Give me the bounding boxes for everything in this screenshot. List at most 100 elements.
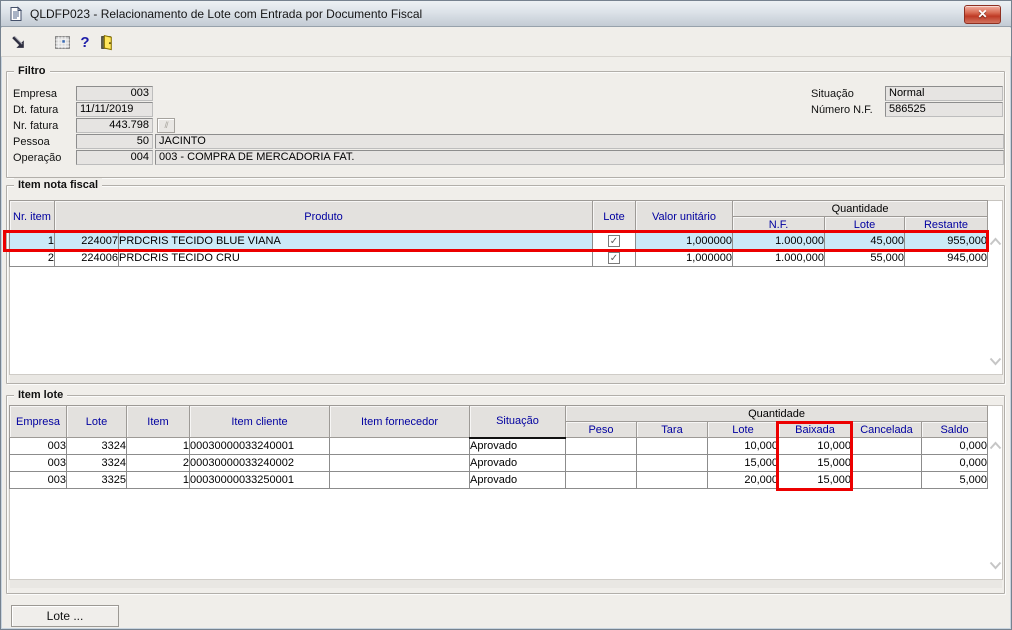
cell-qtd-nf[interactable]: 1.000,000 [732,232,825,250]
cell-situacao[interactable]: Aprovado [469,471,566,489]
nota-fiscal-row[interactable]: 2 224006 PRDCRIS TECIDO CRU ✓ 1,000000 1… [9,249,989,267]
col-header-tara[interactable]: Tara [636,421,708,438]
col-header-lote[interactable]: Lote [66,405,127,438]
col-header-empresa[interactable]: Empresa [9,405,67,438]
cell-lote-checkbox[interactable]: ✓ [592,249,636,267]
scroll-up-icon[interactable] [989,441,1003,451]
scroll-up-icon[interactable] [989,237,1003,247]
col-header-quantidade[interactable]: Quantidade [731,200,989,217]
cell-baixada[interactable]: 15,000 [778,454,852,472]
cell-item[interactable]: 1 [126,437,190,455]
nr-fatura-lookup-button[interactable]: // [157,118,175,133]
cell-qtd-restante[interactable]: 955,000 [903,232,989,250]
cell-item-fornecedor[interactable] [329,454,470,472]
cell-produto-descricao[interactable]: PRDCRIS TECIDO CRU [118,249,593,267]
cell-peso[interactable] [565,471,637,489]
item-nota-fiscal-hscrollbar[interactable] [10,374,1002,383]
cell-baixada[interactable]: 15,000 [778,471,852,489]
cell-item-cliente[interactable]: 00030000033250001 [189,471,330,489]
col-header-restante[interactable]: Restante [903,216,989,233]
cell-qtd-lote[interactable]: 20,000 [707,471,779,489]
checkbox-checked-icon[interactable]: ✓ [608,252,620,265]
close-button[interactable]: ✕ [964,5,1001,24]
cell-item[interactable]: 2 [126,454,190,472]
grid-icon[interactable] [54,34,72,52]
col-header-item-fornecedor[interactable]: Item fornecedor [329,405,470,438]
cell-nr-item[interactable]: 1 [9,232,55,250]
cell-qtd-lote[interactable]: 15,000 [707,454,779,472]
cell-lote-checkbox[interactable]: ✓ [592,232,636,250]
cell-produto-codigo[interactable]: 224006 [54,249,119,267]
col-header-peso[interactable]: Peso [565,421,637,438]
cell-item[interactable]: 1 [126,471,190,489]
situacao-field[interactable]: Normal [885,86,1003,101]
item-lote-hscrollbar[interactable] [10,579,1002,588]
execute-icon[interactable] [10,34,28,52]
cell-lote[interactable]: 3324 [66,437,127,455]
cell-cancelada[interactable] [851,471,922,489]
scroll-down-icon[interactable] [989,357,1003,367]
exit-icon[interactable] [98,34,116,52]
nr-fatura-field[interactable]: 443.798 [76,118,153,133]
col-header-nr-item[interactable]: Nr. item [9,200,55,233]
cell-item-cliente[interactable]: 00030000033240002 [189,454,330,472]
cell-tara[interactable] [636,454,708,472]
col-header-situacao[interactable]: Situação [469,405,566,439]
col-header-produto[interactable]: Produto [54,200,593,233]
cell-baixada[interactable]: 10,000 [778,437,852,455]
cell-lote[interactable]: 3324 [66,454,127,472]
cell-situacao[interactable]: Aprovado [469,454,566,472]
col-header-quantidade[interactable]: Quantidade [564,405,989,422]
cell-nr-item[interactable]: 2 [9,249,55,267]
cell-produto-codigo[interactable]: 224007 [54,232,119,250]
lote-row[interactable]: 003 3324 2 00030000033240002 Aprovado 15… [9,454,989,472]
cell-qtd-lote[interactable]: 55,000 [824,249,905,267]
cell-cancelada[interactable] [851,437,922,455]
cell-produto-descricao[interactable]: PRDCRIS TECIDO BLUE VIANA [118,232,593,250]
dt-fatura-field[interactable]: 11/11/2019 [76,102,153,117]
operacao-code-field[interactable]: 004 [76,150,153,165]
help-icon[interactable]: ? [78,34,92,52]
col-header-nf[interactable]: N.F. [732,216,825,233]
cell-saldo[interactable]: 0,000 [920,454,989,472]
cell-qtd-nf[interactable]: 1.000,000 [732,249,825,267]
nota-fiscal-row[interactable]: 1 224007 PRDCRIS TECIDO BLUE VIANA ✓ 1,0… [9,232,989,250]
cell-item-cliente[interactable]: 00030000033240001 [189,437,330,455]
cell-tara[interactable] [636,437,708,455]
col-header-saldo[interactable]: Saldo [920,421,989,438]
col-header-cancelada[interactable]: Cancelada [851,421,922,438]
cell-qtd-lote[interactable]: 45,000 [824,232,905,250]
scroll-down-icon[interactable] [989,561,1003,571]
cell-qtd-lote[interactable]: 10,000 [707,437,779,455]
lote-button[interactable]: Lote ... [11,605,119,627]
lote-row[interactable]: 003 3324 1 00030000033240001 Aprovado 10… [9,437,989,455]
cell-valor-unitario[interactable]: 1,000000 [635,249,733,267]
empresa-field[interactable]: 003 [76,86,153,101]
cell-lote[interactable]: 3325 [66,471,127,489]
col-header-baixada[interactable]: Baixada [778,421,852,438]
cell-empresa[interactable]: 003 [9,454,67,472]
cell-item-fornecedor[interactable] [329,437,470,455]
col-header-lote[interactable]: Lote [592,200,636,233]
cell-cancelada[interactable] [851,454,922,472]
cell-peso[interactable] [565,454,637,472]
col-header-item-cliente[interactable]: Item cliente [189,405,330,438]
lote-row[interactable]: 003 3325 1 00030000033250001 Aprovado 20… [9,471,989,489]
cell-valor-unitario[interactable]: 1,000000 [635,232,733,250]
numero-nf-field[interactable]: 586525 [885,102,1003,117]
cell-empresa[interactable]: 003 [9,437,67,455]
pessoa-code-field[interactable]: 50 [76,134,153,149]
cell-peso[interactable] [565,437,637,455]
cell-saldo[interactable]: 0,000 [920,437,989,455]
col-header-item[interactable]: Item [126,405,190,438]
cell-tara[interactable] [636,471,708,489]
cell-item-fornecedor[interactable] [329,471,470,489]
operacao-desc-field[interactable]: 003 - COMPRA DE MERCADORIA FAT. [155,150,1004,165]
checkbox-checked-icon[interactable]: ✓ [608,235,620,248]
cell-situacao[interactable]: Aprovado [469,437,566,455]
cell-empresa[interactable]: 003 [9,471,67,489]
cell-saldo[interactable]: 5,000 [920,471,989,489]
col-header-qtd-lote[interactable]: Lote [824,216,905,233]
cell-qtd-restante[interactable]: 945,000 [903,249,989,267]
col-header-valor-unitario[interactable]: Valor unitário [635,200,733,233]
